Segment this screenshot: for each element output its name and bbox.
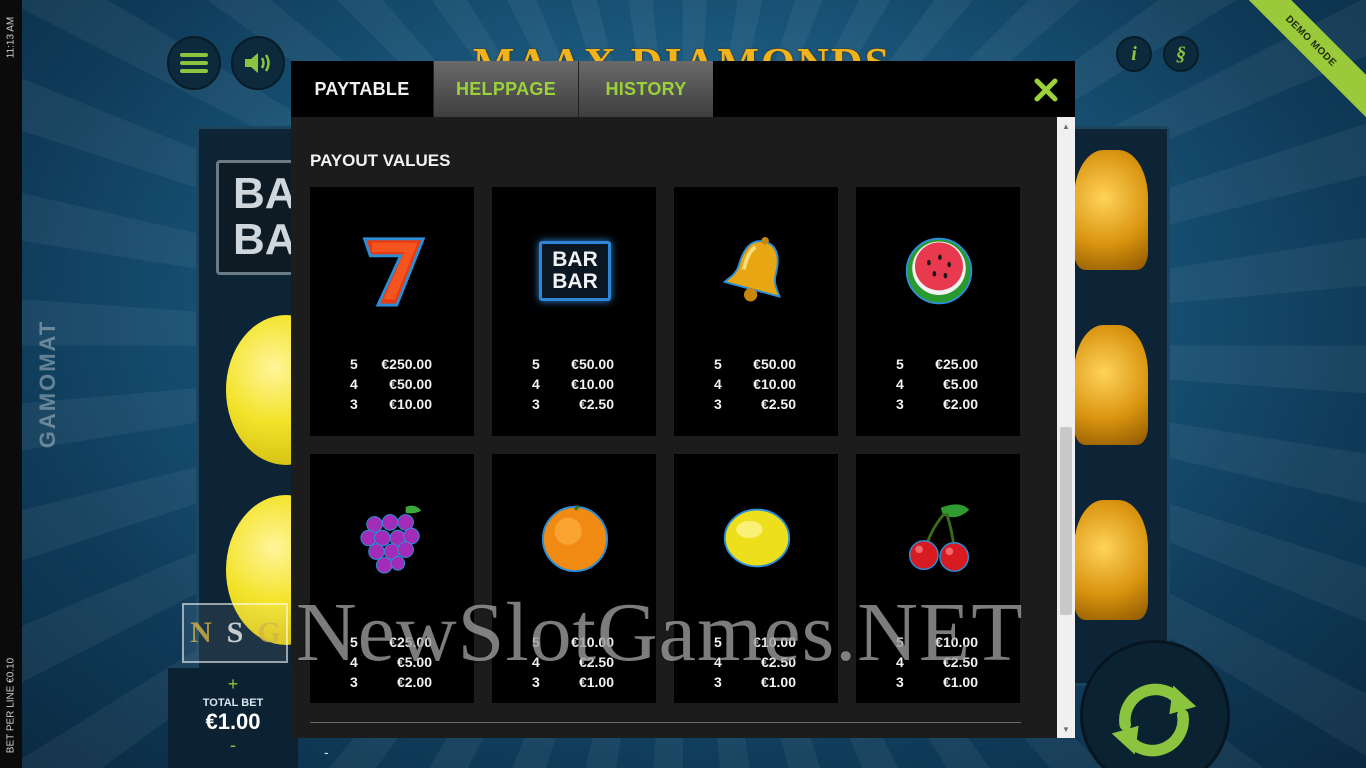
lemon-icon bbox=[721, 498, 793, 578]
payout-row: 3 €2.50 bbox=[714, 396, 796, 412]
info-button[interactable]: i bbox=[1116, 36, 1152, 72]
payout-row: 5 €25.00 bbox=[896, 356, 978, 372]
info-icon: i bbox=[1131, 42, 1137, 65]
payout-row: 3 €1.00 bbox=[714, 674, 796, 690]
total-bet-panel: + TOTAL BET €1.00 - bbox=[168, 668, 298, 768]
menu-icon bbox=[180, 53, 208, 73]
payout-row: 3 €2.00 bbox=[350, 674, 432, 690]
spin-icon bbox=[1111, 683, 1197, 757]
symbol-card-watermelon: 5 €25.00 4 €5.00 3 €2.00 bbox=[856, 187, 1020, 436]
watermelon-icon bbox=[903, 231, 975, 311]
section-divider bbox=[310, 722, 1021, 723]
payout-row: 4 €5.00 bbox=[896, 376, 978, 392]
modal-tabs: PAYTABLE HELPPAGE HISTORY bbox=[291, 61, 713, 117]
payout-row: 3 €2.50 bbox=[532, 396, 614, 412]
clock: 11:13 AM bbox=[5, 16, 17, 59]
bar-icon: BAR BAR bbox=[539, 231, 611, 311]
bell-icon bbox=[721, 231, 793, 311]
close-button[interactable] bbox=[1029, 73, 1063, 107]
bet-increase-button[interactable]: + bbox=[168, 674, 298, 695]
payout-list: 5 €25.00 4 €5.00 3 €2.00 bbox=[856, 356, 1020, 416]
status-strip: 11:13 AM BET PER LINE €0.10 bbox=[0, 0, 22, 768]
gamble-button[interactable]: § bbox=[1163, 36, 1199, 72]
lines-decrease-button[interactable]: - bbox=[324, 744, 329, 760]
payout-row: 3 €1.00 bbox=[532, 674, 614, 690]
bet-decrease-button[interactable]: - bbox=[168, 735, 298, 756]
total-bet-value: €1.00 bbox=[205, 709, 261, 734]
total-bet-label: TOTAL BET bbox=[202, 697, 264, 709]
bg-bell-symbol bbox=[1074, 325, 1148, 445]
watermark-text: NewSlotGames.NET bbox=[296, 590, 1024, 676]
close-icon bbox=[1034, 78, 1058, 102]
menu-button[interactable] bbox=[167, 36, 221, 90]
payout-list: 5 €50.00 4 €10.00 3 €2.50 bbox=[492, 356, 656, 416]
payout-list: 5 €250.00 4 €50.00 3 €10.00 bbox=[310, 356, 474, 416]
scroll-down-icon[interactable]: ▼ bbox=[1057, 722, 1075, 736]
watermark-logo: N S G bbox=[182, 603, 288, 663]
bet-per-line: BET PER LINE €0.10 bbox=[5, 657, 17, 754]
payout-row: 4 €50.00 bbox=[350, 376, 432, 392]
grapes-icon bbox=[357, 498, 429, 578]
bar-symbol-text: BAR BAR bbox=[552, 248, 598, 293]
symbol-card-seven: 5 €250.00 4 €50.00 3 €10.00 bbox=[310, 187, 474, 436]
symbol-card-bar: BAR BAR 5 €50.00 4 €10.00 3 €2.50 bbox=[492, 187, 656, 436]
scroll-thumb[interactable] bbox=[1060, 427, 1072, 615]
orange-icon bbox=[539, 498, 611, 578]
payout-row: 5 €50.00 bbox=[714, 356, 796, 372]
payout-list: 5 €50.00 4 €10.00 3 €2.50 bbox=[674, 356, 838, 416]
gamomat-brand: GAMOMAT bbox=[35, 319, 60, 449]
cherries-icon bbox=[903, 498, 975, 578]
sound-icon bbox=[245, 53, 270, 73]
payout-row: 4 €10.00 bbox=[714, 376, 796, 392]
sound-button[interactable] bbox=[231, 36, 285, 90]
tab-helppage[interactable]: HELPPAGE bbox=[433, 61, 578, 117]
payout-row: 3 €10.00 bbox=[350, 396, 432, 412]
bg-bell-symbol bbox=[1074, 150, 1148, 270]
tab-history[interactable]: HISTORY bbox=[578, 61, 713, 117]
seven-icon bbox=[357, 231, 429, 311]
scroll-up-icon[interactable]: ▲ bbox=[1057, 119, 1075, 133]
payout-row: 4 €10.00 bbox=[532, 376, 614, 392]
payout-row: 5 €50.00 bbox=[532, 356, 614, 372]
gamble-icon: § bbox=[1176, 42, 1186, 65]
payout-row: 3 €1.00 bbox=[896, 674, 978, 690]
payout-row: 3 €2.00 bbox=[896, 396, 978, 412]
tab-paytable[interactable]: PAYTABLE bbox=[291, 61, 433, 117]
section-title: PAYOUT VALUES bbox=[310, 151, 451, 170]
symbol-card-bell: 5 €50.00 4 €10.00 3 €2.50 bbox=[674, 187, 838, 436]
payout-row: 5 €250.00 bbox=[350, 356, 432, 372]
